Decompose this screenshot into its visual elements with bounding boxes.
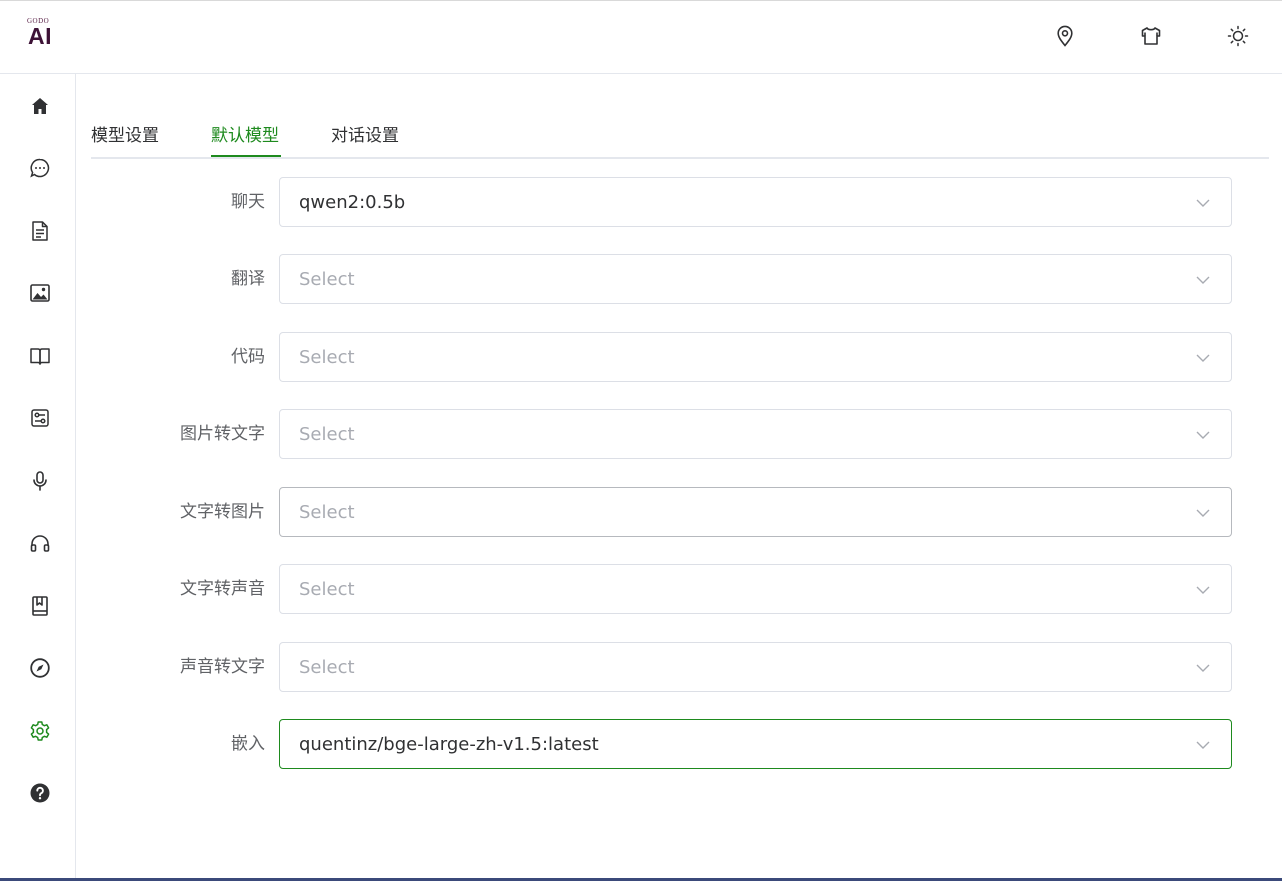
sidebar-item-document[interactable]: [26, 217, 54, 245]
speech-to-text-placeholder: Select: [299, 657, 355, 678]
form-row-code: 代码 Select: [76, 332, 1282, 382]
help-circle-icon: [30, 783, 50, 803]
location-pin-icon[interactable]: [1053, 24, 1077, 48]
gear-icon: [30, 721, 50, 741]
translate-model-select[interactable]: Select: [279, 254, 1232, 304]
microphone-icon: [33, 471, 47, 491]
app-logo[interactable]: GODO AI: [26, 17, 66, 57]
form-row-chat: 聊天 qwen2:0.5b: [76, 177, 1282, 227]
headphones-icon: [30, 535, 50, 552]
settings-panel: 模型设置 默认模型 对话设置 聊天 qwen2:0.5b 翻译 Select 代…: [76, 74, 1282, 878]
text-to-speech-model-select[interactable]: Select: [279, 564, 1232, 614]
chevron-down-icon: [1196, 276, 1210, 284]
field-label-embedding: 嵌入: [231, 734, 265, 754]
form-row-translate: 翻译 Select: [76, 254, 1282, 304]
code-model-placeholder: Select: [299, 347, 355, 368]
document-icon: [32, 221, 48, 241]
form-row-text-to-speech: 文字转声音 Select: [76, 564, 1282, 614]
field-label-text-to-image: 文字转图片: [180, 502, 265, 522]
bookmark-book-icon: [32, 596, 48, 616]
compass-icon: [30, 658, 50, 678]
form-row-text-to-image: 文字转图片 Select: [76, 487, 1282, 537]
shirt-icon[interactable]: [1139, 24, 1163, 48]
translate-model-placeholder: Select: [299, 269, 355, 290]
chevron-down-icon: [1196, 586, 1210, 594]
sidebar-item-tools[interactable]: [26, 404, 54, 432]
sun-icon[interactable]: [1226, 24, 1250, 48]
form-row-speech-to-text: 声音转文字 Select: [76, 642, 1282, 692]
chat-model-value: qwen2:0.5b: [299, 192, 406, 213]
sidebar: [0, 74, 76, 878]
chevron-down-icon: [1196, 354, 1210, 362]
chevron-down-icon: [1196, 199, 1210, 207]
sidebar-item-discover[interactable]: [26, 654, 54, 682]
tab-default-model[interactable]: 默认模型: [211, 124, 279, 148]
chat-bubble-icon: [30, 158, 50, 178]
sidebar-item-help[interactable]: [26, 779, 54, 807]
text-to-image-model-select[interactable]: Select: [279, 487, 1232, 537]
field-label-speech-to-text: 声音转文字: [180, 657, 265, 677]
image-icon: [30, 284, 50, 302]
chevron-down-icon: [1196, 431, 1210, 439]
chat-model-select[interactable]: qwen2:0.5b: [279, 177, 1232, 227]
book-open-icon: [30, 348, 50, 365]
field-label-code: 代码: [231, 347, 265, 367]
field-label-image-to-text: 图片转文字: [180, 424, 265, 444]
settings-tabs: 模型设置 默认模型 对话设置: [91, 120, 1269, 159]
code-model-select[interactable]: Select: [279, 332, 1232, 382]
sliders-icon: [31, 409, 49, 427]
sidebar-item-library[interactable]: [26, 592, 54, 620]
sidebar-item-audio[interactable]: [26, 529, 54, 557]
logo-big-text: AI: [28, 23, 52, 49]
active-tab-indicator: [211, 155, 281, 157]
embedding-model-value: quentinz/bge-large-zh-v1.5:latest: [299, 734, 599, 755]
sidebar-item-home[interactable]: [26, 92, 54, 120]
image-to-text-placeholder: Select: [299, 424, 355, 445]
sidebar-item-image[interactable]: [26, 279, 54, 307]
image-to-text-model-select[interactable]: Select: [279, 409, 1232, 459]
tab-model-settings[interactable]: 模型设置: [91, 124, 159, 148]
embedding-model-select[interactable]: quentinz/bge-large-zh-v1.5:latest: [279, 719, 1232, 769]
sidebar-item-voice[interactable]: [26, 467, 54, 495]
form-row-embedding: 嵌入 quentinz/bge-large-zh-v1.5:latest: [76, 719, 1282, 769]
sidebar-item-book[interactable]: [26, 342, 54, 370]
speech-to-text-model-select[interactable]: Select: [279, 642, 1232, 692]
field-label-chat: 聊天: [231, 192, 265, 212]
chevron-down-icon: [1196, 741, 1210, 749]
form-row-image-to-text: 图片转文字 Select: [76, 409, 1282, 459]
sidebar-item-settings[interactable]: [26, 717, 54, 745]
home-icon: [32, 98, 48, 114]
sidebar-item-chat[interactable]: [26, 154, 54, 182]
top-bar: GODO AI: [0, 0, 1282, 74]
text-to-image-placeholder: Select: [299, 502, 355, 523]
field-label-translate: 翻译: [231, 269, 265, 289]
field-label-text-to-speech: 文字转声音: [180, 579, 265, 599]
tab-chat-settings[interactable]: 对话设置: [331, 124, 399, 148]
chevron-down-icon: [1196, 509, 1210, 517]
chevron-down-icon: [1196, 664, 1210, 672]
text-to-speech-placeholder: Select: [299, 579, 355, 600]
